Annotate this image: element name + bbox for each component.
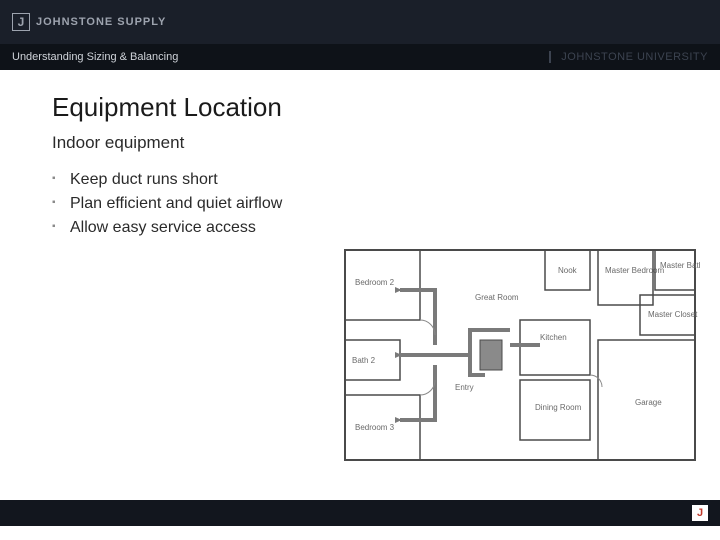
page-title: Equipment Location — [52, 92, 720, 123]
breadcrumb: Understanding Sizing & Balancing — [12, 51, 178, 63]
room-label: Kitchen — [540, 333, 567, 342]
room-label: Bedroom 2 — [355, 278, 395, 287]
room-label: Master Bath — [660, 261, 700, 270]
logo-icon: J — [12, 13, 30, 31]
list-item: Keep duct runs short — [52, 171, 720, 189]
logo-text: JOHNSTONE SUPPLY — [36, 16, 166, 28]
subheader-bar: Understanding Sizing & Balancing JOHNSTO… — [0, 44, 720, 70]
room-label: Nook — [558, 266, 578, 275]
room-label: Great Room — [475, 293, 519, 302]
footer-logo-icon: J — [692, 505, 708, 521]
room-label: Entry — [455, 383, 474, 392]
room-label: Bath 2 — [352, 356, 376, 365]
room-label: Master Closet — [648, 310, 698, 319]
floorplan-diagram: Bedroom 2 Bath 2 Bedroom 3 Great Room No… — [340, 245, 700, 480]
bullet-list: Keep duct runs short Plan efficient and … — [52, 171, 720, 237]
subtitle: Indoor equipment — [52, 133, 720, 153]
room-label: Garage — [635, 398, 662, 407]
room-label: Bedroom 3 — [355, 423, 395, 432]
room-label: Dining Room — [535, 403, 582, 412]
header-bar: J JOHNSTONE SUPPLY — [0, 0, 720, 44]
list-item: Allow easy service access — [52, 219, 720, 237]
list-item: Plan efficient and quiet airflow — [52, 195, 720, 213]
footer-bar: J — [0, 500, 720, 526]
slide-content: Equipment Location Indoor equipment Keep… — [0, 70, 720, 237]
subheader-right: JOHNSTONE UNIVERSITY — [549, 51, 708, 63]
